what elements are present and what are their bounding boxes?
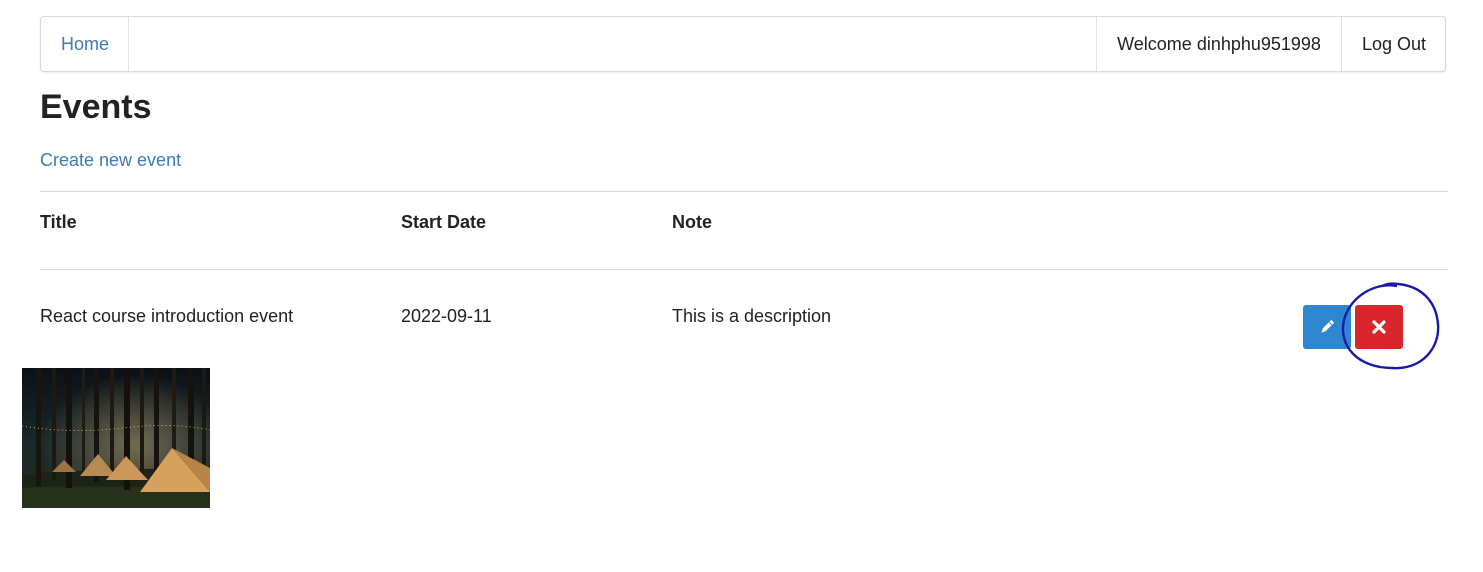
camping-photo (22, 368, 210, 508)
navbar: Home Welcome dinhphu951998 Log Out (40, 16, 1446, 72)
cell-start-date: 2022-09-11 (401, 306, 492, 326)
page: Home Welcome dinhphu951998 Log Out Event… (0, 0, 1483, 572)
cell-title: React course introduction event (40, 306, 294, 326)
page-title: Events (40, 88, 152, 126)
annotation-circle (1341, 282, 1440, 370)
table-header-divider (40, 269, 1448, 270)
cell-note: This is a description (672, 306, 832, 326)
create-event-link[interactable]: Create new event (40, 150, 181, 171)
nav-home-link[interactable]: Home (41, 17, 130, 71)
logout-link[interactable]: Log Out (1340, 17, 1445, 71)
column-header-start-date: Start Date (401, 212, 487, 232)
welcome-text: Welcome dinhphu951998 (1096, 17, 1341, 71)
column-header-note: Note (672, 212, 712, 232)
nav-right: Welcome dinhphu951998 Log Out (1096, 17, 1445, 71)
table-top-divider (40, 191, 1448, 192)
column-header-title: Title (40, 212, 77, 232)
